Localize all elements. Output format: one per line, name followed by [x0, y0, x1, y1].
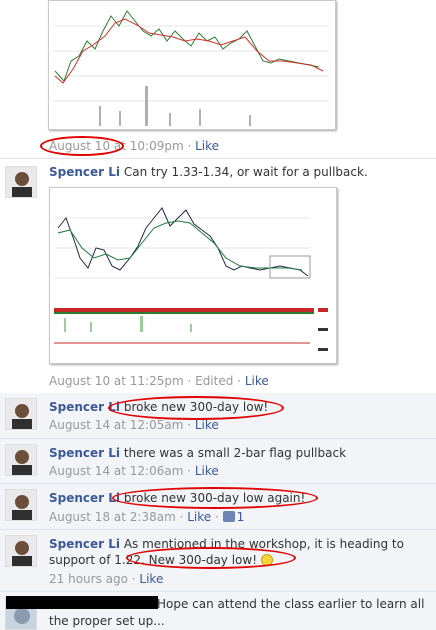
- divider: [0, 158, 436, 159]
- comment-body-line2: support of 1.22. New 300-day low!: [49, 553, 261, 567]
- separator: ·: [211, 510, 223, 524]
- smiley-icon: [260, 554, 273, 566]
- chart-image[interactable]: [49, 187, 337, 364]
- comment-text: Spencer Li As mentioned in the workshop,…: [49, 537, 404, 551]
- separator: ·: [183, 418, 195, 432]
- timestamp[interactable]: August 14 at 12:06am: [49, 464, 183, 478]
- thumbs-up-icon: [222, 511, 235, 522]
- avatar[interactable]: [5, 489, 37, 521]
- comment-meta: August 18 at 2:38am · Like · 1: [49, 510, 244, 524]
- comment-meta: 21 hours ago · Like: [49, 572, 163, 586]
- separator: ·: [183, 464, 195, 478]
- chart-top-svg: [53, 10, 329, 126]
- author-name[interactable]: Spencer Li: [49, 165, 120, 179]
- separator: ·: [127, 572, 140, 586]
- comment-text: Spencer Li broke new 300-day low!: [49, 400, 268, 414]
- comment-meta: August 14 at 12:06am · Like: [49, 464, 219, 478]
- comment-text: Spencer Li there was a small 2-bar flag …: [49, 446, 346, 460]
- timestamp[interactable]: August 14 at 12:05am: [49, 418, 183, 432]
- chart-svg: [54, 207, 328, 351]
- timestamp[interactable]: 21 hours ago: [49, 572, 128, 586]
- author-name[interactable]: Spencer Li: [49, 446, 120, 460]
- comment-text: Spencer Li broke new 300-day low again!: [49, 491, 305, 505]
- edited-label[interactable]: Edited: [195, 374, 233, 388]
- separator: ·: [183, 374, 196, 388]
- like-link[interactable]: Like: [245, 374, 269, 388]
- like-link[interactable]: Like: [195, 464, 219, 478]
- avatar[interactable]: [5, 166, 37, 198]
- separator: ·: [175, 510, 188, 524]
- avatar[interactable]: [5, 444, 37, 476]
- timestamp[interactable]: August 10 at 11:25pm: [49, 374, 184, 388]
- author-name[interactable]: Spencer Li: [49, 537, 120, 551]
- separator: ·: [233, 374, 245, 388]
- comment-text: Spencer Li Can try 1.33-1.34, or wait fo…: [49, 165, 368, 179]
- author-name[interactable]: Spencer Li: [49, 491, 120, 505]
- like-count-value: 1: [236, 510, 245, 524]
- like-link[interactable]: Like: [195, 418, 219, 432]
- like-link[interactable]: Like: [195, 139, 219, 153]
- comment-meta: August 14 at 12:05am · Like: [49, 418, 219, 432]
- avatar[interactable]: [5, 398, 37, 430]
- like-link[interactable]: Like: [187, 510, 211, 524]
- comment-body: broke new 300-day low again!: [120, 491, 306, 505]
- comment-body: broke new 300-day low!: [120, 400, 269, 414]
- comment-text: Hope can attend the class earlier to lea…: [157, 597, 424, 611]
- like-count[interactable]: 1: [222, 510, 245, 524]
- like-link[interactable]: Like: [139, 572, 163, 586]
- comment-meta: August 10 at 11:25pm · Edited · Like: [49, 374, 269, 388]
- timestamp[interactable]: August 10 at 10:09pm: [49, 139, 184, 153]
- comment-text-line2: support of 1.22. New 300-day low!: [49, 553, 273, 567]
- comment-body: there was a small 2-bar flag pullback: [120, 446, 347, 460]
- timestamp[interactable]: August 18 at 2:38am: [49, 510, 176, 524]
- chart-image-top[interactable]: [48, 0, 336, 130]
- separator: ·: [183, 139, 196, 153]
- redacted-name-bar: [6, 596, 158, 609]
- avatar[interactable]: [5, 535, 37, 567]
- comment-body: Can try 1.33-1.34, or wait for a pullbac…: [120, 165, 368, 179]
- comment-body-line1: Hope can attend the class earlier to lea…: [157, 597, 425, 611]
- comment-text-line2: the proper set up...: [49, 614, 165, 628]
- comment-body-line1: As mentioned in the workshop, it is head…: [120, 537, 404, 551]
- comment-meta: August 10 at 10:09pm · Like: [49, 139, 219, 153]
- author-name[interactable]: Spencer Li: [49, 400, 120, 414]
- comment-body-line2: the proper set up...: [49, 614, 165, 628]
